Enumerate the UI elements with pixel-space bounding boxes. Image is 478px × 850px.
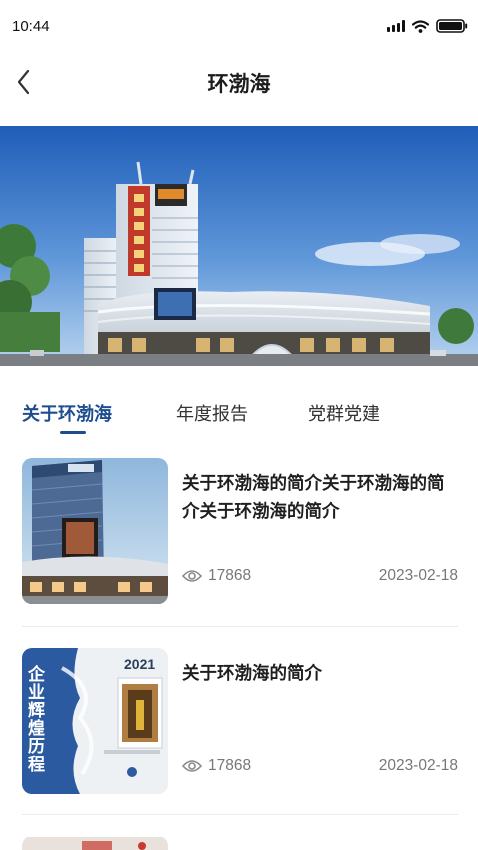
eye-icon — [182, 760, 202, 772]
wifi-icon — [412, 19, 429, 33]
divider — [22, 626, 458, 627]
article-meta: 17868 2023-02-18 — [182, 566, 458, 588]
page-title: 环渤海 — [207, 72, 271, 96]
tab-annual-report[interactable]: 年度报告 — [176, 400, 248, 426]
status-time: 10:44 — [12, 18, 50, 35]
status-icons — [387, 19, 468, 33]
article-thumbnail — [22, 836, 168, 850]
active-tab-indicator — [60, 431, 86, 434]
list-item[interactable]: 关于环渤海的简介关于环渤海的简介关于环渤海的简介 17868 2023-02-1… — [22, 458, 458, 608]
publish-date: 2023-02-18 — [378, 567, 458, 584]
thumbnail-year: 2021 — [124, 656, 156, 672]
view-count: 17868 — [208, 567, 252, 584]
nav-bar: 环渤海 — [0, 52, 478, 112]
tab-party-building[interactable]: 党群党建 — [308, 400, 380, 426]
article-meta: 17868 2023-02-18 — [182, 756, 458, 778]
status-bar: 10:44 — [0, 0, 478, 52]
publish-date: 2023-02-18 — [378, 757, 458, 774]
article-thumbnail: 企业辉煌历程 2021 — [22, 648, 168, 794]
article-thumbnail — [22, 458, 168, 604]
eye-icon — [182, 570, 202, 582]
list-item[interactable]: 企业辉煌历程 2021 关于环渤海的简介 17868 2023-02-18 — [22, 648, 458, 798]
tab-bar: 关于环渤海 年度报告 党群党建 — [0, 390, 478, 440]
list-item[interactable] — [22, 836, 458, 850]
thumbnail-caption: 企业辉煌历程 — [28, 665, 45, 775]
article-title: 关于环渤海的简介关于环渤海的简介关于环渤海的简介 — [182, 474, 445, 522]
divider — [22, 814, 458, 815]
signal-icon — [387, 20, 405, 32]
banner-image — [0, 126, 478, 366]
view-count: 17868 — [208, 757, 252, 774]
article-title: 关于环渤海的简介 — [182, 664, 322, 684]
battery-icon — [436, 19, 468, 33]
tab-about[interactable]: 关于环渤海 — [22, 400, 112, 426]
